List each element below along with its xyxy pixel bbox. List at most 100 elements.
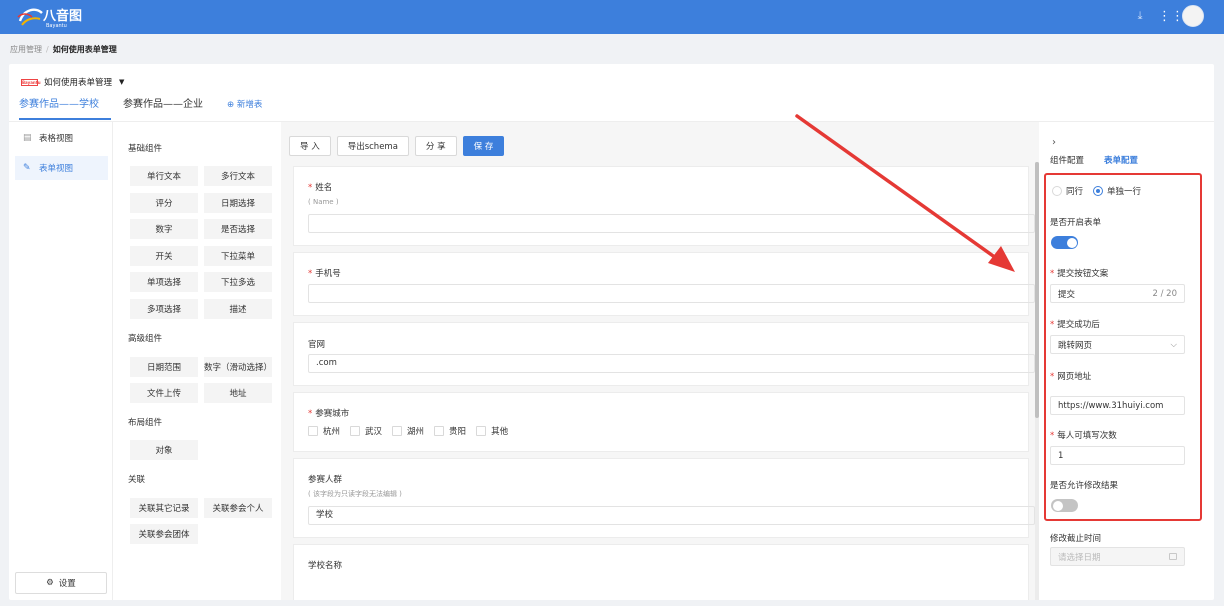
field-label: 参赛人群	[308, 475, 343, 485]
caret-down-icon: ▼	[119, 78, 125, 86]
user-avatar[interactable]	[1182, 5, 1204, 27]
form-field-phone[interactable]: * 手机号	[293, 252, 1035, 316]
annotation-highlight-box	[1044, 173, 1202, 521]
input-placeholder: 请选择日期	[1058, 552, 1101, 563]
palette-item[interactable]: 下拉菜单	[204, 246, 272, 266]
tab-component-config[interactable]: 组件配置	[1050, 154, 1084, 166]
palette-item[interactable]: 文件上传	[130, 383, 198, 403]
tab-enterprise[interactable]: 参赛作品——企业	[123, 98, 215, 120]
palette-item[interactable]: 地址	[204, 383, 272, 403]
option-label: 贵阳	[449, 427, 467, 437]
main-card: Bayantu 如何使用表单管理 ▼ 参赛作品——学校 参赛作品——企业 ⊕ 新…	[9, 64, 1214, 600]
save-button[interactable]: 保 存	[462, 136, 505, 156]
app-logo: Bayantu	[21, 78, 41, 86]
palette-item[interactable]: 描述	[204, 299, 272, 319]
tab-school[interactable]: 参赛作品——学校	[19, 98, 111, 120]
palette-group-title: 关联	[128, 475, 146, 485]
field-label: * 姓名	[308, 181, 332, 193]
app-title: 如何使用表单管理	[44, 78, 113, 88]
palette-group-title: 高级组件	[128, 334, 163, 344]
name-input[interactable]	[308, 214, 1035, 233]
plus-circle-icon: ⊕	[227, 100, 237, 110]
breadcrumb: 应用管理 / 如何使用表单管理	[10, 44, 117, 55]
phone-input[interactable]	[308, 284, 1035, 303]
checkbox[interactable]	[476, 426, 487, 436]
palette-item[interactable]: 开关	[130, 246, 198, 266]
palette-item[interactable]: 是否选择	[204, 219, 272, 239]
field-label: * 参赛城市	[308, 407, 349, 419]
palette-item[interactable]: 评分	[130, 193, 198, 213]
city-option[interactable]: 其他	[476, 425, 508, 437]
table-icon: ▤	[23, 133, 32, 143]
field-description: ( Name )	[308, 198, 339, 206]
download-icon[interactable]: ⤓	[1134, 9, 1146, 23]
view-item-label: 表格视图	[39, 134, 74, 144]
palette-item[interactable]: 数字	[130, 219, 198, 239]
checkbox[interactable]	[350, 426, 361, 436]
logo-subtext: Bayantu	[46, 23, 67, 29]
checkbox[interactable]	[392, 426, 403, 436]
city-option[interactable]: 杭州	[308, 425, 340, 437]
config-label: 修改截止时间	[1050, 534, 1102, 544]
checkbox[interactable]	[434, 426, 445, 436]
palette-item[interactable]: 单行文本	[130, 166, 198, 186]
form-field-name[interactable]: * 姓名 ( Name )	[293, 166, 1035, 246]
logo[interactable]: 八音图 Bayantu	[16, 5, 86, 29]
palette-item[interactable]: 日期范围	[130, 357, 198, 377]
form-field-website[interactable]: 官网 .com	[293, 322, 1035, 386]
field-label: * 手机号	[308, 267, 341, 279]
field-label-text: 手机号	[315, 269, 341, 279]
config-tabs: 组件配置 表单配置	[1050, 154, 1138, 166]
form-edit-icon: ✎	[23, 163, 31, 173]
tab-form-config[interactable]: 表单配置	[1104, 154, 1138, 166]
breadcrumb-root[interactable]: 应用管理	[10, 45, 42, 54]
city-option[interactable]: 贵阳	[434, 425, 466, 437]
city-option[interactable]: 湖州	[392, 425, 424, 437]
city-option[interactable]: 武汉	[350, 425, 382, 437]
logo-text: 八音图	[42, 8, 82, 24]
chevron-right-icon[interactable]: ›	[1052, 137, 1056, 148]
view-item-form[interactable]: ✎ 表单视图	[15, 156, 108, 180]
breadcrumb-current: 如何使用表单管理	[52, 45, 117, 54]
required-mark: *	[308, 269, 313, 279]
website-input[interactable]: .com	[308, 354, 1035, 373]
settings-label: 设置	[58, 579, 76, 589]
top-bar: 八音图 Bayantu ⤓ ⋮⋮⋮	[0, 0, 1224, 34]
palette-group-title: 布局组件	[128, 418, 163, 428]
required-mark: *	[308, 183, 313, 193]
form-field-school[interactable]: 学校名称	[293, 544, 1029, 600]
checkbox[interactable]	[308, 426, 318, 436]
palette-item[interactable]: 关联其它记录	[130, 498, 198, 518]
palette-item[interactable]: 多行文本	[204, 166, 272, 186]
share-button[interactable]: 分 享	[414, 136, 457, 156]
option-label: 杭州	[323, 427, 341, 437]
calendar-icon	[1169, 553, 1177, 560]
import-button[interactable]: 导 入	[289, 136, 331, 156]
settings-button[interactable]: ⚙ 设置	[15, 572, 107, 594]
new-table-label: 新增表	[236, 100, 263, 110]
field-description: ( 该字段为只读字段无法编辑 )	[308, 490, 402, 498]
palette-item[interactable]: 日期选择	[204, 193, 272, 213]
palette-item[interactable]: 单项选择	[130, 272, 198, 292]
option-label: 武汉	[365, 427, 383, 437]
new-table-button[interactable]: ⊕ 新增表	[227, 98, 262, 120]
form-field-audience[interactable]: 参赛人群 ( 该字段为只读字段无法编辑 ) 学校	[293, 458, 1035, 538]
export-schema-button[interactable]: 导出schema	[336, 136, 409, 156]
palette-item[interactable]: 下拉多选	[204, 272, 272, 292]
form-field-city[interactable]: * 参赛城市 杭州 武汉 湖州 贵阳 其他	[293, 392, 1029, 452]
palette-item[interactable]: 关联参会团体	[130, 524, 198, 544]
required-mark: *	[308, 409, 313, 419]
option-label: 其他	[491, 427, 509, 437]
field-label: 官网	[308, 340, 326, 350]
palette-item[interactable]: 数字（滑动选择）	[204, 357, 272, 377]
table-tabs: 参赛作品——学校 参赛作品——企业 ⊕ 新增表	[19, 98, 262, 120]
field-label: 学校名称	[308, 561, 343, 571]
view-item-table[interactable]: ▤ 表格视图	[15, 126, 108, 150]
palette-item[interactable]: 对象	[130, 440, 198, 460]
city-checkbox-group: 杭州 武汉 湖州 贵阳 其他	[308, 425, 508, 437]
app-switcher[interactable]: Bayantu 如何使用表单管理 ▼	[21, 76, 124, 88]
palette-item[interactable]: 多项选择	[130, 299, 198, 319]
apps-grid-icon[interactable]: ⋮⋮⋮	[1158, 9, 1197, 24]
option-label: 湖州	[407, 427, 425, 437]
palette-item[interactable]: 关联参会个人	[204, 498, 272, 518]
